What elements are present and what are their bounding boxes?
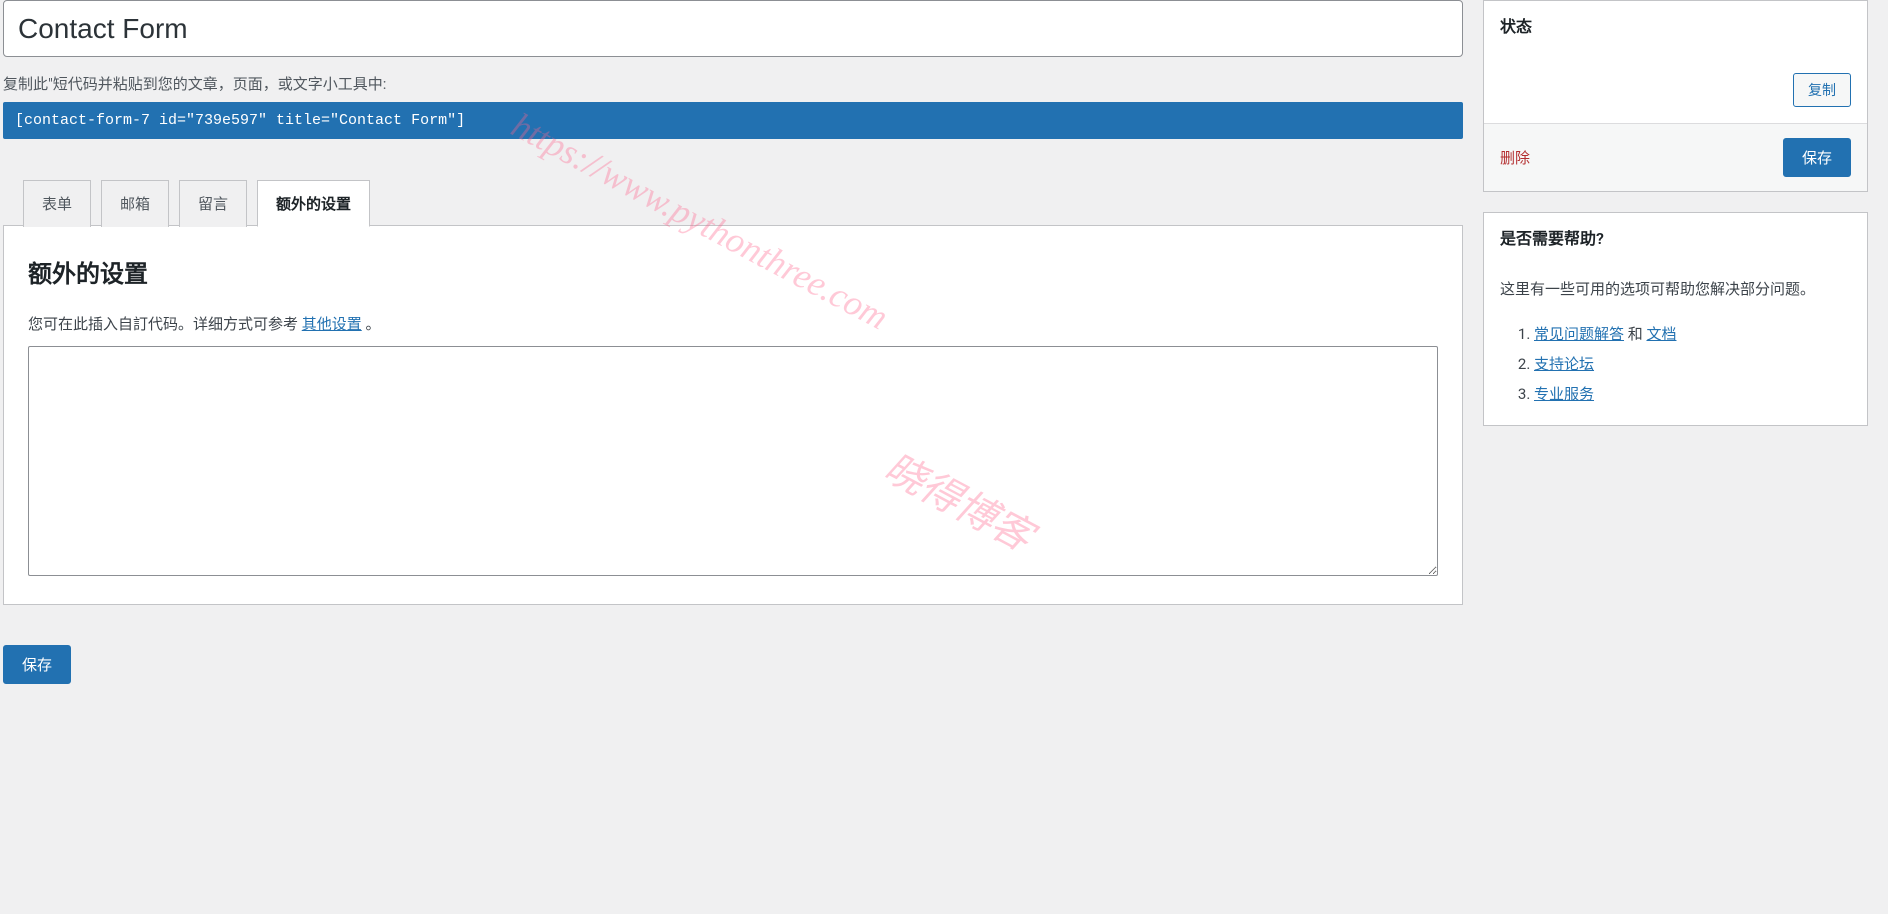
tab-form[interactable]: 表单 (23, 180, 91, 227)
help-and-text: 和 (1624, 325, 1646, 343)
help-list: 常见问题解答 和 文档 支持论坛 专业服务 (1500, 319, 1851, 409)
tabs: 表单 邮箱 留言 额外的设置 (3, 179, 1463, 226)
status-box-title: 状态 (1484, 1, 1867, 49)
form-title-input[interactable] (3, 0, 1463, 57)
help-box-title: 是否需要帮助? (1484, 213, 1867, 261)
docs-link[interactable]: 文档 (1646, 325, 1676, 343)
help-intro: 这里有一些可用的选项可帮助您解决部分问题。 (1500, 277, 1851, 301)
main-content: 复制此"短代码并粘贴到您的文章，页面，或文字小工具中: [contact-for… (3, 0, 1463, 684)
tab-mail[interactable]: 邮箱 (101, 180, 169, 227)
tab-messages[interactable]: 留言 (179, 180, 247, 227)
support-forum-link[interactable]: 支持论坛 (1534, 355, 1594, 373)
pro-service-link[interactable]: 专业服务 (1534, 385, 1594, 403)
save-button-sidebar[interactable]: 保存 (1783, 138, 1851, 177)
shortcode-box[interactable]: [contact-form-7 id="739e597" title="Cont… (3, 102, 1463, 139)
help-item-2: 支持论坛 (1534, 349, 1851, 379)
shortcode-label: 复制此"短代码并粘贴到您的文章，页面，或文字小工具中: (3, 73, 1463, 94)
panel-desc-prefix: 您可在此插入自訂代码。详细方式可参考 (28, 315, 302, 333)
help-item-1: 常见问题解答 和 文档 (1534, 319, 1851, 349)
panel-desc-suffix: 。 (362, 315, 381, 333)
tab-panel-additional: 额外的设置 您可在此插入自訂代码。详细方式可参考 其他设置 。 (3, 225, 1463, 605)
help-item-3: 专业服务 (1534, 379, 1851, 409)
panel-description: 您可在此插入自訂代码。详细方式可参考 其他设置 。 (28, 313, 1438, 334)
copy-button[interactable]: 复制 (1793, 73, 1851, 107)
tab-additional-settings[interactable]: 额外的设置 (257, 180, 370, 227)
save-button-bottom[interactable]: 保存 (3, 645, 71, 684)
delete-link[interactable]: 删除 (1500, 147, 1530, 168)
additional-settings-textarea[interactable] (28, 346, 1438, 576)
panel-heading: 额外的设置 (28, 254, 1438, 289)
faq-link[interactable]: 常见问题解答 (1534, 325, 1624, 343)
status-postbox: 状态 复制 删除 保存 (1483, 0, 1868, 192)
help-postbox: 是否需要帮助? 这里有一些可用的选项可帮助您解决部分问题。 常见问题解答 和 文… (1483, 212, 1868, 426)
other-settings-link[interactable]: 其他设置 (302, 315, 362, 333)
sidebar: 状态 复制 删除 保存 是否需要帮助? 这里有一些可用的选项可帮助您解决部分问题… (1483, 0, 1868, 684)
